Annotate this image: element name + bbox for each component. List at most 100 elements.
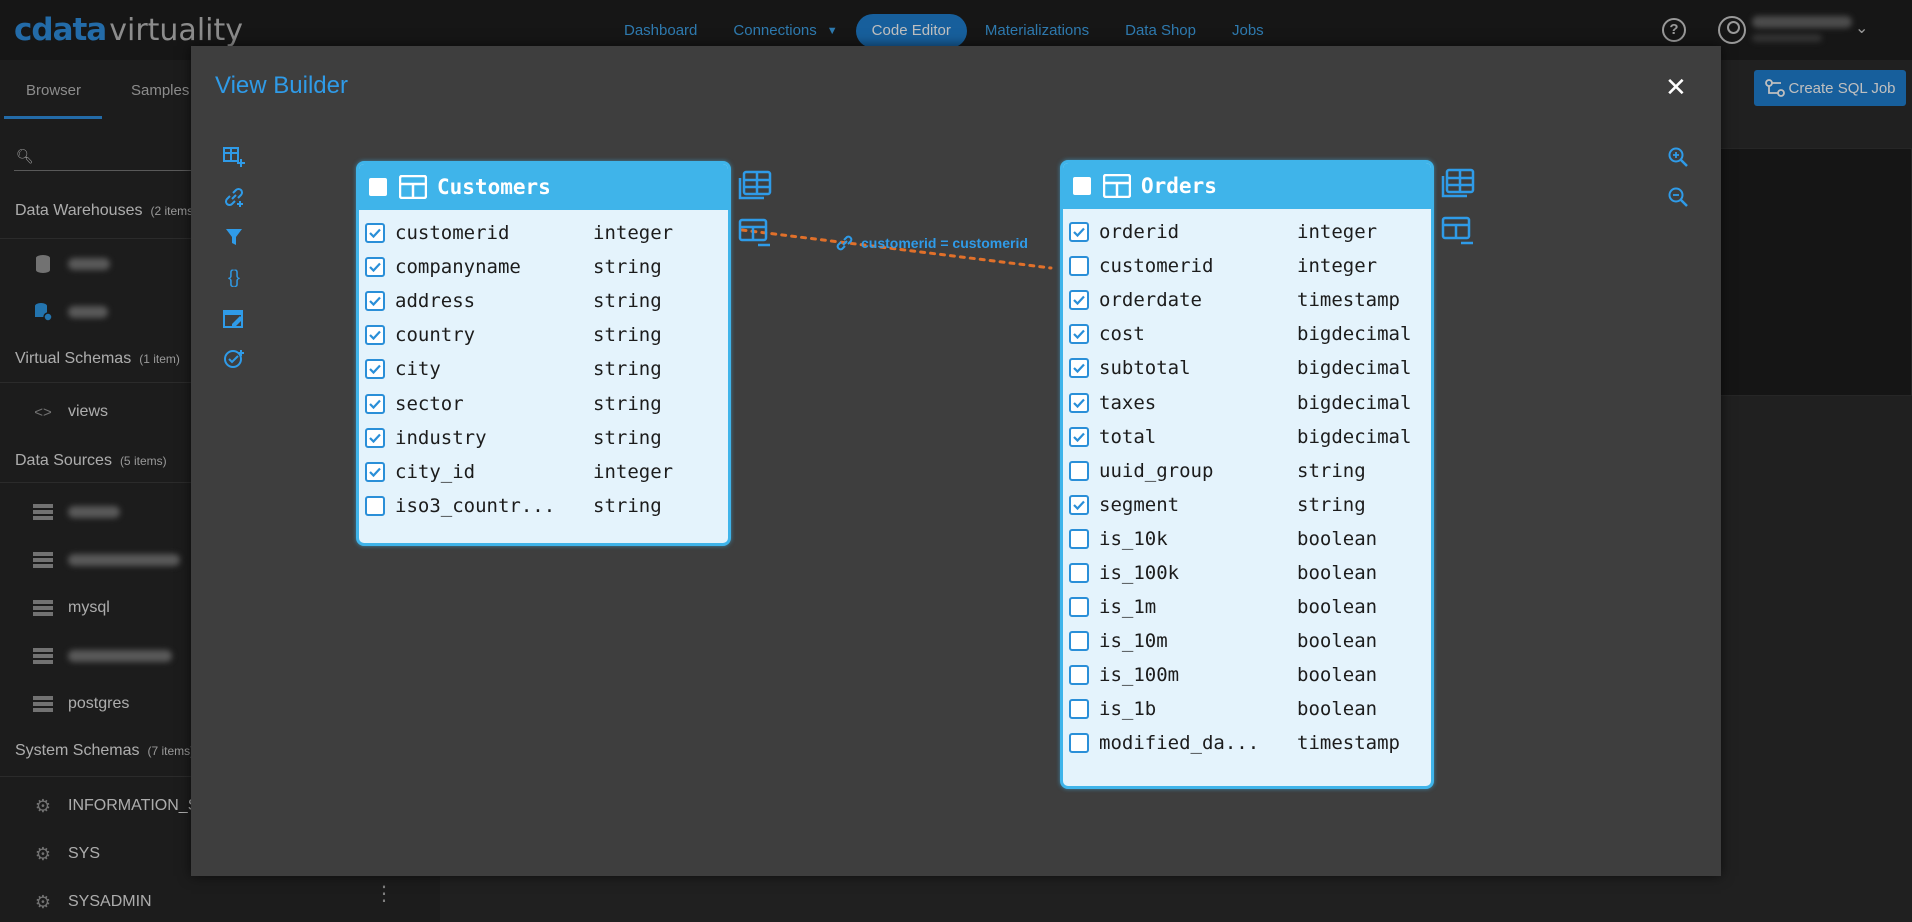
checkbox-checked[interactable] (365, 291, 385, 312)
table-row[interactable]: cost bigdecimal (1063, 317, 1431, 351)
checkbox-unchecked[interactable] (1069, 733, 1089, 754)
table-row[interactable]: is_1m boolean (1063, 590, 1431, 624)
checkbox-checked[interactable] (1069, 392, 1089, 413)
table-row[interactable]: customerid integer (359, 216, 728, 250)
field-type: string (593, 290, 662, 313)
checkbox-checked[interactable] (1069, 426, 1089, 447)
checkbox-unchecked[interactable] (365, 495, 385, 516)
table-card-customers[interactable]: Customers customerid integer companyname st… (356, 161, 731, 546)
field-name: city_id (395, 460, 476, 483)
checkbox-checked[interactable] (365, 257, 385, 278)
checkbox-checked[interactable] (365, 393, 385, 414)
table-row[interactable]: uuid_group string (1063, 454, 1431, 488)
checkbox-unchecked[interactable] (1069, 699, 1089, 720)
field-name: modified_da... (1099, 732, 1260, 755)
field-name: sector (395, 392, 464, 415)
checkbox-unchecked[interactable] (1069, 631, 1089, 652)
field-type: boolean (1297, 664, 1378, 687)
field-name: orderid (1099, 221, 1180, 244)
field-name: customerid (1099, 255, 1214, 278)
table-header[interactable]: Customers (359, 164, 728, 210)
checkbox-checked[interactable] (1069, 324, 1089, 345)
table-row[interactable]: country string (359, 318, 728, 352)
table-remove-icon[interactable] (1441, 216, 1475, 246)
table-row[interactable]: sector string (359, 386, 728, 420)
field-name: customerid (395, 222, 510, 245)
join-condition-text: customerid = customerid (861, 235, 1028, 251)
table-row[interactable]: is_10m boolean (1063, 624, 1431, 658)
table-row[interactable]: modified_da... timestamp (1063, 726, 1431, 760)
table-row[interactable]: subtotal bigdecimal (1063, 351, 1431, 385)
checkbox-unchecked[interactable] (1069, 597, 1089, 618)
table-card-orders[interactable]: Orders orderid integer customerid integer or… (1060, 160, 1434, 789)
field-name: uuid_group (1099, 459, 1214, 482)
field-type: string (593, 256, 662, 279)
link-icon (836, 235, 853, 251)
field-name: companyname (395, 256, 521, 279)
field-type: integer (593, 222, 674, 245)
field-type: timestamp (1297, 289, 1400, 312)
checkbox-unchecked[interactable] (1069, 460, 1089, 481)
join-condition-label[interactable]: customerid = customerid (835, 234, 1028, 252)
table-row[interactable]: is_10k boolean (1063, 522, 1431, 556)
field-type: string (1297, 459, 1366, 482)
checkbox-checked[interactable] (365, 427, 385, 448)
field-type: integer (593, 460, 674, 483)
checkbox-checked[interactable] (365, 325, 385, 346)
field-name: orderdate (1099, 289, 1202, 312)
field-type: boolean (1297, 698, 1378, 721)
checkbox-checked[interactable] (365, 359, 385, 380)
field-type: boolean (1297, 561, 1378, 584)
field-name: total (1099, 425, 1157, 448)
checkbox-unchecked[interactable] (1069, 665, 1089, 686)
field-name: address (395, 290, 476, 313)
field-name: taxes (1099, 391, 1157, 414)
table-remove-icon[interactable] (738, 218, 772, 248)
table-columns-icon[interactable] (1441, 168, 1475, 198)
table-row[interactable]: is_100k boolean (1063, 556, 1431, 590)
table-row[interactable]: industry string (359, 421, 728, 455)
field-name: is_100k (1099, 561, 1180, 584)
checkbox-checked[interactable] (1069, 358, 1089, 379)
table-row[interactable]: orderid integer (1063, 215, 1431, 249)
checkbox-checked[interactable] (365, 223, 385, 244)
table-row[interactable]: address string (359, 284, 728, 318)
field-type: boolean (1297, 630, 1378, 653)
checkbox-checked[interactable] (1069, 290, 1089, 311)
table-row[interactable]: customerid integer (1063, 249, 1431, 283)
table-row[interactable]: segment string (1063, 488, 1431, 522)
table-row[interactable]: iso3_countr... string (359, 489, 728, 523)
field-type: boolean (1297, 527, 1378, 550)
field-name: cost (1099, 323, 1145, 346)
field-type: bigdecimal (1297, 323, 1412, 346)
checkbox-unchecked[interactable] (1069, 528, 1089, 549)
checkbox-unchecked[interactable] (1069, 562, 1089, 583)
field-type: string (593, 426, 662, 449)
field-type: string (593, 358, 662, 381)
table-row[interactable]: city string (359, 352, 728, 386)
field-type: boolean (1297, 596, 1378, 619)
table-row[interactable]: total bigdecimal (1063, 420, 1431, 454)
field-name: is_1m (1099, 596, 1157, 619)
table-row[interactable]: orderdate timestamp (1063, 283, 1431, 317)
table-row[interactable]: is_1b boolean (1063, 692, 1431, 726)
table-row[interactable]: taxes bigdecimal (1063, 385, 1431, 419)
table-header[interactable]: Orders (1063, 163, 1431, 209)
checkbox-checked[interactable] (365, 461, 385, 482)
table-row[interactable]: city_id integer (359, 455, 728, 489)
table-columns-icon[interactable] (738, 170, 772, 200)
table-row[interactable]: is_100m boolean (1063, 658, 1431, 692)
checkbox-checked[interactable] (1069, 222, 1089, 243)
table-row[interactable]: companyname string (359, 250, 728, 284)
field-type: bigdecimal (1297, 391, 1412, 414)
field-list: orderid integer customerid integer orderdate… (1063, 209, 1431, 761)
checkbox-checked[interactable] (1069, 494, 1089, 515)
field-name: industry (395, 426, 487, 449)
field-type: bigdecimal (1297, 357, 1412, 380)
field-name: subtotal (1099, 357, 1191, 380)
checkbox-unchecked[interactable] (1069, 256, 1089, 277)
field-name: is_1b (1099, 698, 1157, 721)
select-all-checkbox[interactable] (369, 178, 387, 196)
select-all-checkbox[interactable] (1073, 177, 1091, 195)
field-name: iso3_countr... (395, 494, 556, 517)
